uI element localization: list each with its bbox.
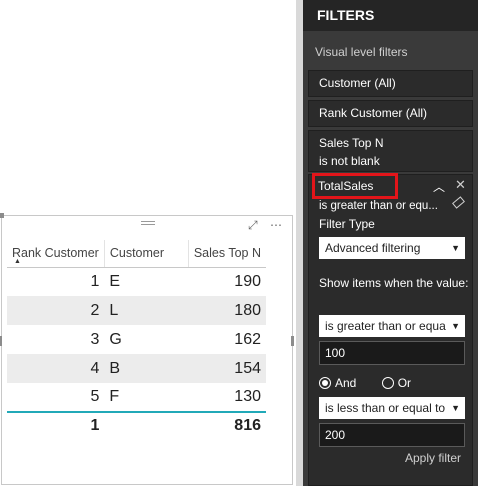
filter-field-label: Rank Customer bbox=[319, 106, 403, 120]
column-header-customer[interactable]: Customer bbox=[103, 240, 189, 268]
drag-handle[interactable] bbox=[141, 221, 155, 227]
sales-cell: 190 bbox=[234, 272, 261, 290]
close-icon[interactable]: ✕ bbox=[455, 177, 466, 193]
filter-card-totalsales: TotalSales ︿ ✕ is greater than or equ...… bbox=[308, 173, 473, 486]
condition1-dropdown[interactable]: is greater than or equa ▼ bbox=[319, 315, 465, 337]
table-visual[interactable]: ⤢ ⋯ Rank Customer ▲ Customer Sales Top N bbox=[0, 213, 294, 485]
logic-radio-group: And Or bbox=[319, 376, 411, 390]
customer-cell: F bbox=[109, 388, 120, 405]
column-header-sales[interactable]: Sales Top N bbox=[187, 240, 266, 268]
dropdown-arrow-icon: ▼ bbox=[451, 321, 460, 331]
value2-input[interactable]: 200 bbox=[319, 423, 465, 447]
focus-mode-icon[interactable]: ⤢ bbox=[248, 219, 258, 231]
filter-type-dropdown[interactable]: Advanced filtering ▼ bbox=[319, 237, 465, 259]
or-radio[interactable]: Or bbox=[381, 376, 412, 390]
filter-card-sales-top-n[interactable]: Sales Top N is not blank bbox=[308, 130, 473, 172]
table-row: 3 G 162 bbox=[7, 325, 266, 354]
table-row: 1 E 190 bbox=[7, 267, 266, 296]
more-options-icon[interactable]: ⋯ bbox=[270, 219, 282, 231]
sales-cell: 154 bbox=[188, 354, 266, 383]
total-row: 1 816 bbox=[7, 411, 266, 438]
pane-divider bbox=[296, 0, 303, 486]
filter-state-label: (All) bbox=[374, 76, 396, 90]
column-header-label: Rank Customer bbox=[12, 246, 99, 261]
total-rank-cell: 1 bbox=[7, 411, 105, 438]
customer-cell: E bbox=[109, 272, 121, 290]
customer-cell: B bbox=[104, 354, 189, 383]
total-sales-cell: 816 bbox=[188, 411, 266, 438]
resize-handle[interactable] bbox=[291, 336, 294, 346]
or-label: Or bbox=[397, 376, 412, 390]
table-row: 4 B 154 bbox=[7, 354, 266, 383]
report-canvas: ⤢ ⋯ Rank Customer ▲ Customer Sales Top N bbox=[0, 0, 296, 486]
column-header-label: Customer bbox=[109, 246, 165, 261]
sales-cell: 130 bbox=[234, 388, 261, 405]
sort-ascending-icon: ▲ bbox=[14, 257, 21, 265]
rank-cell: 3 bbox=[90, 330, 100, 348]
data-table: Rank Customer ▲ Customer Sales Top N 1 E… bbox=[7, 240, 266, 438]
visual-level-filters-heading: Visual level filters bbox=[315, 45, 408, 59]
clear-filter-icon[interactable] bbox=[452, 196, 465, 209]
filter-state-label: (All) bbox=[405, 106, 428, 120]
filters-pane: FILTERS Visual level filters Customer (A… bbox=[303, 0, 478, 486]
sales-cell: 180 bbox=[188, 296, 266, 325]
condition2-dropdown[interactable]: is less than or equal to ▼ bbox=[319, 397, 465, 419]
filter-type-label: Filter Type bbox=[319, 217, 375, 231]
dropdown-arrow-icon: ▼ bbox=[451, 243, 460, 253]
radio-unselected-icon bbox=[381, 377, 394, 389]
filters-title: FILTERS bbox=[317, 7, 375, 23]
radio-selected-icon bbox=[319, 377, 331, 389]
customer-cell: G bbox=[109, 330, 122, 348]
and-label: And bbox=[335, 376, 357, 390]
chevron-up-icon[interactable]: ︿ bbox=[433, 178, 445, 195]
value1-input[interactable]: 100 bbox=[319, 341, 465, 365]
dropdown-value: is less than or equal to bbox=[325, 401, 446, 415]
table-row: 5 F 130 bbox=[7, 383, 266, 412]
apply-filter-button[interactable]: Apply filter bbox=[405, 451, 461, 465]
resize-handle[interactable] bbox=[0, 336, 2, 346]
highlight-box bbox=[312, 173, 398, 199]
column-header-rank[interactable]: Rank Customer ▲ bbox=[7, 240, 105, 268]
filter-card-customer[interactable]: Customer (All) bbox=[308, 70, 473, 97]
rank-cell: 5 bbox=[90, 388, 100, 405]
and-radio[interactable]: And bbox=[319, 376, 356, 390]
sales-cell: 162 bbox=[234, 330, 261, 348]
rank-cell: 1 bbox=[90, 272, 100, 290]
column-header-label: Sales Top N bbox=[193, 246, 261, 261]
dropdown-value: is greater than or equa bbox=[325, 319, 446, 333]
resize-handle[interactable] bbox=[0, 213, 4, 218]
dropdown-arrow-icon: ▼ bbox=[451, 403, 460, 413]
customer-cell: L bbox=[104, 296, 189, 325]
table-row: 2 L 180 bbox=[7, 296, 266, 325]
rank-cell: 4 bbox=[7, 354, 105, 383]
total-customer-cell bbox=[104, 411, 189, 438]
filter-field-label: Sales Top N bbox=[319, 136, 384, 150]
filter-state-label: is not blank bbox=[319, 154, 380, 168]
filter-card-rank-customer[interactable]: Rank Customer (All) bbox=[308, 100, 473, 127]
filter-summary: is greater than or equ... bbox=[319, 200, 438, 212]
show-items-label: Show items when the value: bbox=[319, 276, 469, 290]
filter-field-label: Customer bbox=[319, 76, 372, 90]
dropdown-value: Advanced filtering bbox=[325, 241, 421, 255]
rank-cell: 2 bbox=[7, 296, 105, 325]
